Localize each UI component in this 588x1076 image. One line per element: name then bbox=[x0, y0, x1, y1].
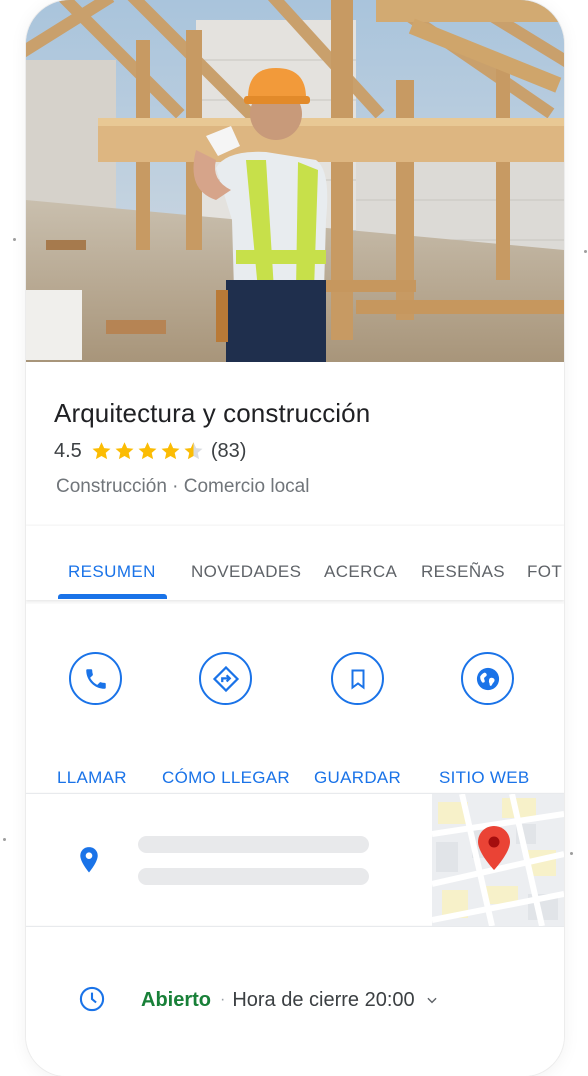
action-buttons: LLAMAR CÓMO LLEGAR GUARDAR SITIO WEB bbox=[26, 604, 564, 792]
website-label: SITIO WEB bbox=[439, 768, 530, 787]
open-status: Abierto bbox=[141, 988, 211, 1011]
closing-time: Hora de cierre 20:00 bbox=[232, 988, 415, 1011]
tab-resenas[interactable]: RESEÑAS bbox=[421, 562, 505, 582]
directions-label: CÓMO LLEGAR bbox=[162, 768, 290, 787]
star-icon bbox=[115, 442, 134, 460]
directions-icon bbox=[199, 652, 252, 705]
edge-marker bbox=[584, 250, 587, 253]
phone-icon bbox=[69, 652, 122, 705]
address-placeholder-line bbox=[138, 868, 369, 885]
rating-value: 4.5 bbox=[54, 439, 82, 462]
call-label: LLAMAR bbox=[57, 768, 127, 787]
address-row[interactable] bbox=[26, 793, 564, 926]
review-count[interactable]: (83) bbox=[211, 440, 247, 463]
globe-icon bbox=[461, 652, 514, 705]
clock-icon bbox=[79, 986, 105, 1012]
website-button[interactable]: SITIO WEB bbox=[439, 652, 564, 787]
map-thumbnail[interactable] bbox=[432, 794, 564, 926]
directions-button[interactable]: CÓMO LLEGAR bbox=[162, 652, 302, 787]
active-tab-indicator bbox=[58, 594, 167, 599]
edge-marker bbox=[13, 238, 16, 241]
business-profile-card: Arquitectura y construcción 4.5 (83) Con… bbox=[26, 0, 564, 1076]
chevron-down-icon[interactable] bbox=[425, 993, 439, 1007]
star-icon bbox=[92, 442, 111, 460]
business-info: Arquitectura y construcción 4.5 (83) Con… bbox=[26, 362, 564, 524]
tab-fotos[interactable]: FOT bbox=[527, 562, 562, 582]
tab-novedades[interactable]: NOVEDADES bbox=[191, 562, 301, 582]
tab-bar: RESUMEN NOVEDADES ACERCA RESEÑAS FOT bbox=[26, 526, 564, 600]
rating-row[interactable]: 4.5 (83) bbox=[54, 439, 246, 463]
star-rating bbox=[90, 440, 205, 462]
separator-dot: · bbox=[220, 991, 226, 1008]
business-name: Arquitectura y construcción bbox=[54, 398, 371, 428]
tab-resumen[interactable]: RESUMEN bbox=[68, 562, 156, 582]
location-pin-icon bbox=[80, 847, 98, 873]
hours-text: Abierto · Hora de cierre 20:00 bbox=[141, 987, 439, 1013]
star-icon bbox=[161, 442, 180, 460]
save-label: GUARDAR bbox=[314, 768, 402, 787]
hours-row[interactable]: Abierto · Hora de cierre 20:00 bbox=[26, 926, 564, 1076]
address-placeholder-line bbox=[138, 836, 369, 853]
business-photo[interactable] bbox=[26, 0, 564, 362]
edge-marker bbox=[3, 838, 6, 841]
edge-marker bbox=[570, 852, 573, 855]
half-star-icon bbox=[184, 442, 203, 460]
tab-acerca[interactable]: ACERCA bbox=[324, 562, 397, 582]
star-icon bbox=[138, 442, 157, 460]
save-button[interactable]: GUARDAR bbox=[313, 652, 453, 787]
bookmark-icon bbox=[331, 652, 384, 705]
business-category: Construcción · Comercio local bbox=[56, 476, 310, 497]
